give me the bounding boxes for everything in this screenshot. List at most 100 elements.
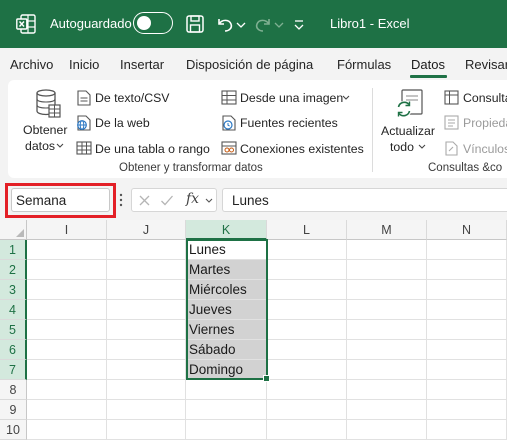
cell[interactable] — [347, 260, 427, 280]
cell[interactable] — [267, 420, 347, 440]
cell-k2[interactable]: Martes — [186, 260, 267, 280]
chevron-down-icon[interactable] — [205, 198, 213, 204]
row-header[interactable]: 5 — [0, 320, 27, 340]
cell[interactable] — [186, 380, 267, 400]
cell-k7[interactable]: Domingo — [186, 360, 267, 380]
row-header[interactable]: 4 — [0, 300, 27, 320]
cell[interactable] — [107, 420, 186, 440]
recent-sources-label[interactable]: Fuentes recientes — [240, 116, 338, 130]
refresh-all-label-2[interactable]: todo — [390, 140, 414, 154]
cell[interactable] — [107, 340, 186, 360]
cell[interactable] — [347, 420, 427, 440]
name-box[interactable]: Semana — [11, 188, 110, 212]
cell[interactable] — [107, 400, 186, 420]
chevron-down-icon[interactable] — [342, 95, 350, 101]
cell[interactable] — [267, 300, 347, 320]
insert-function-icon[interactable]: fx — [186, 191, 199, 207]
recent-clock-icon[interactable] — [221, 115, 237, 131]
tab-disposicion[interactable]: Disposición de página — [186, 57, 313, 72]
cell[interactable] — [427, 420, 507, 440]
fill-handle[interactable] — [263, 375, 270, 382]
cell[interactable] — [27, 240, 107, 260]
cell[interactable] — [427, 400, 507, 420]
cell[interactable] — [27, 420, 107, 440]
cell[interactable] — [107, 320, 186, 340]
row-header[interactable]: 3 — [0, 280, 27, 300]
cell[interactable] — [267, 360, 347, 380]
web-globe-icon[interactable] — [76, 115, 92, 131]
cell[interactable] — [27, 400, 107, 420]
from-table-range-label[interactable]: De una tabla o rango — [95, 142, 210, 156]
get-data-label-1[interactable]: Obtener — [23, 123, 67, 137]
cell-k4[interactable]: Jueves — [186, 300, 267, 320]
cell[interactable] — [427, 280, 507, 300]
cancel-icon[interactable] — [138, 194, 151, 207]
cell[interactable] — [107, 380, 186, 400]
row-header[interactable]: 8 — [0, 380, 27, 400]
refresh-all-icon[interactable] — [394, 88, 424, 120]
database-icon[interactable] — [35, 88, 61, 118]
existing-connections-label[interactable]: Conexiones existentes — [240, 142, 364, 156]
select-all-corner[interactable] — [0, 220, 27, 240]
column-header-l[interactable]: L — [267, 220, 347, 240]
autosave-toggle[interactable] — [133, 12, 173, 34]
cell[interactable] — [27, 260, 107, 280]
cell[interactable] — [27, 320, 107, 340]
cell[interactable] — [107, 260, 186, 280]
cell[interactable] — [107, 300, 186, 320]
cell[interactable] — [347, 300, 427, 320]
cell-k5[interactable]: Viernes — [186, 320, 267, 340]
get-data-label-2[interactable]: datos — [25, 139, 55, 153]
formula-value[interactable]: Lunes — [232, 193, 269, 208]
connections-icon[interactable] — [221, 141, 237, 155]
cell[interactable] — [107, 280, 186, 300]
cell[interactable] — [427, 240, 507, 260]
cell[interactable] — [27, 300, 107, 320]
cell[interactable] — [427, 320, 507, 340]
row-header[interactable]: 1 — [0, 240, 27, 260]
cell[interactable] — [347, 380, 427, 400]
excel-logo-icon[interactable] — [16, 14, 36, 34]
queries-icon[interactable] — [444, 90, 459, 105]
cell[interactable] — [186, 400, 267, 420]
undo-dropdown-icon[interactable] — [235, 13, 247, 35]
table-icon[interactable] — [76, 141, 92, 155]
cell[interactable] — [27, 340, 107, 360]
row-header[interactable]: 10 — [0, 420, 27, 440]
tab-insertar[interactable]: Insertar — [120, 57, 164, 72]
tab-formulas[interactable]: Fórmulas — [337, 57, 391, 72]
cell[interactable] — [107, 360, 186, 380]
cell[interactable] — [427, 300, 507, 320]
from-text-csv-label[interactable]: De texto/CSV — [95, 91, 170, 105]
text-file-icon[interactable] — [77, 90, 91, 106]
cell[interactable] — [347, 280, 427, 300]
column-header-i[interactable]: I — [27, 220, 107, 240]
row-header[interactable]: 6 — [0, 340, 27, 360]
formula-input[interactable]: Lunes — [222, 188, 507, 212]
cell[interactable] — [347, 340, 427, 360]
cell[interactable] — [27, 380, 107, 400]
cell[interactable] — [267, 340, 347, 360]
from-web-label[interactable]: De la web — [95, 116, 150, 130]
cell[interactable] — [267, 260, 347, 280]
spreadsheet-grid[interactable]: I J K L M N 1 Lunes 2 Martes 3 Miércoles 4 Juev… — [0, 220, 507, 441]
save-icon[interactable] — [184, 13, 206, 35]
tab-datos[interactable]: Datos — [411, 57, 445, 72]
enter-check-icon[interactable] — [160, 194, 174, 207]
cell[interactable] — [107, 240, 186, 260]
column-header-m[interactable]: M — [347, 220, 427, 240]
cell[interactable] — [427, 360, 507, 380]
cell[interactable] — [347, 320, 427, 340]
chevron-down-icon[interactable] — [56, 143, 64, 149]
cell[interactable] — [267, 400, 347, 420]
row-header[interactable]: 2 — [0, 260, 27, 280]
row-header[interactable]: 9 — [0, 400, 27, 420]
from-image-label[interactable]: Desde una imagen — [240, 91, 343, 105]
chevron-down-icon[interactable] — [418, 144, 426, 150]
row-header[interactable]: 7 — [0, 360, 27, 380]
cell-k6[interactable]: Sábado — [186, 340, 267, 360]
tab-inicio[interactable]: Inicio — [69, 57, 99, 72]
cell[interactable] — [27, 360, 107, 380]
column-header-j[interactable]: J — [107, 220, 186, 240]
cell[interactable] — [427, 340, 507, 360]
